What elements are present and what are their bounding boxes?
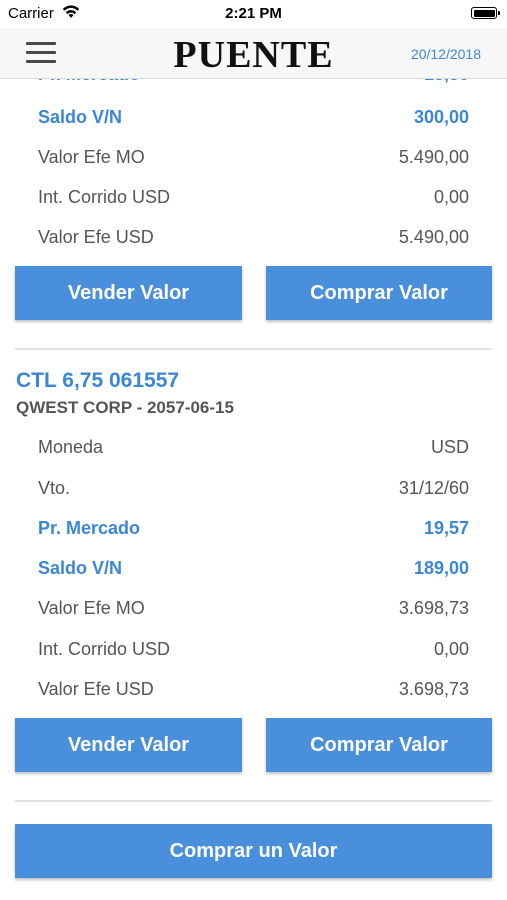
- row-value: 5.490,00: [398, 147, 469, 167]
- battery-icon: [471, 7, 500, 19]
- row-value: 300,00: [413, 107, 469, 127]
- row-label: Int. Corrido USD: [38, 187, 171, 207]
- row-label: Vto.: [38, 478, 71, 498]
- sell-button[interactable]: Vender Valor: [15, 718, 242, 772]
- row-label: Int. Corrido USD: [38, 639, 171, 659]
- buy-new-security-button[interactable]: Comprar un Valor: [15, 824, 492, 878]
- row-value: 0,00: [433, 639, 469, 659]
- row-value: 5.490,00: [398, 227, 469, 247]
- buy-button[interactable]: Comprar Valor: [266, 718, 492, 772]
- row-label: Saldo V/N: [38, 107, 123, 127]
- row-label: Valor Efe USD: [38, 679, 154, 699]
- row-label: Valor Efe MO: [38, 147, 145, 167]
- row-label: Pr. Mercado: [38, 518, 141, 538]
- row-label: Saldo V/N: [38, 558, 123, 578]
- row-value: 0,00: [433, 187, 469, 207]
- clock: 2:21 PM: [225, 5, 282, 22]
- row-label: Valor Efe USD: [38, 227, 154, 247]
- security-title: CTL 6,75 061557: [16, 369, 180, 392]
- row-label: Valor Efe MO: [38, 598, 145, 618]
- status-bar: Carrier 2:21 PM: [0, 0, 507, 28]
- section-divider: [15, 348, 492, 350]
- security-subtitle: QWEST CORP - 2057-06-15: [16, 398, 234, 417]
- row-value: 3.698,73: [398, 679, 469, 699]
- section-divider: [15, 800, 492, 802]
- row-value: 31/12/60: [398, 478, 469, 498]
- row-label: Moneda: [38, 437, 104, 457]
- buy-button[interactable]: Comprar Valor: [266, 266, 492, 320]
- row-value: USD: [430, 437, 469, 457]
- header-date: 20/12/2018: [410, 46, 481, 62]
- row-value: 3.698,73: [398, 598, 469, 618]
- nav-bar: PUENTE 20/12/2018: [0, 28, 507, 79]
- sell-button[interactable]: Vender Valor: [15, 266, 242, 320]
- row-value: 189,00: [413, 558, 469, 578]
- row-value: 19,57: [423, 518, 469, 538]
